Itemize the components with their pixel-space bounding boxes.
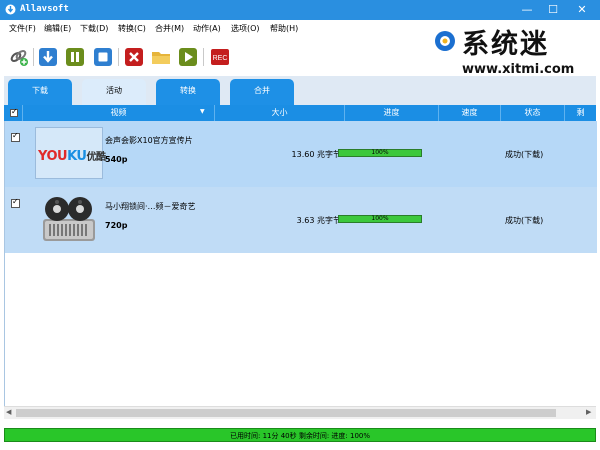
video-resolution: 540p [105, 155, 128, 164]
open-folder-icon[interactable] [151, 47, 171, 67]
column-speed[interactable]: 速度 [438, 105, 500, 121]
watermark-logo-icon [435, 31, 455, 51]
tab-convert[interactable]: 转换 [156, 79, 220, 105]
table-row[interactable]: YOUKU优酷 会声会影X10官方宣传片 540p 13.60 兆字节 100%… [5, 121, 597, 187]
menu-action[interactable]: 动作(A) [193, 23, 221, 34]
delete-icon[interactable] [124, 47, 144, 67]
video-thumbnail: YOUKU优酷 [35, 127, 106, 179]
toolbar-separator [33, 48, 34, 66]
scroll-left-icon[interactable]: ◀ [6, 408, 11, 416]
video-size: 13.60 兆字节 [291, 150, 341, 159]
app-icon [5, 4, 16, 15]
sort-desc-icon: ▼ [200, 108, 205, 115]
record-icon[interactable]: REC [210, 47, 230, 67]
watermark-brand: 系统迷 [462, 29, 549, 60]
video-size: 3.63 兆字节 [296, 216, 341, 225]
progress-bar: 100% [338, 149, 422, 157]
tab-bar: 下载 活动 转换 合并 [4, 76, 596, 105]
watermark: 系统迷 www.xitmi.com [432, 22, 598, 82]
download-list: YOUKU优酷 会声会影X10官方宣传片 540p 13.60 兆字节 100%… [4, 121, 597, 406]
overall-progress-bar: 已用时间: 11分 40秒 剩余时间: 进度: 100% [4, 428, 596, 442]
tab-download[interactable]: 下载 [8, 79, 72, 105]
add-link-icon[interactable] [9, 47, 29, 67]
stop-icon[interactable] [93, 47, 113, 67]
scroll-right-icon[interactable]: ▶ [586, 408, 591, 416]
maximize-button[interactable]: ☐ [541, 0, 565, 20]
toolbar-separator [203, 48, 204, 66]
title-bar: Allavsoft — ☐ ✕ [0, 0, 600, 20]
progress-bar: 100% [338, 215, 422, 223]
video-resolution: 720p [105, 221, 128, 230]
menu-download[interactable]: 下载(D) [80, 23, 108, 34]
table-header: 视频 ▼ 大小 进度 速度 状态 剩 [4, 105, 596, 121]
video-title: 会声会影X10官方宣传片 [105, 136, 193, 145]
youku-logo: YOUKU优酷 [38, 149, 106, 164]
row-checkbox[interactable] [11, 197, 20, 208]
row-checkbox[interactable] [11, 131, 20, 142]
status-text: 成功(下载) [505, 150, 544, 159]
status-bar-text: 已用时间: 11分 40秒 剩余时间: 进度: 100% [229, 432, 371, 440]
select-all-checkbox[interactable] [10, 107, 18, 117]
rec-label: REC [213, 55, 228, 62]
scrollbar-thumb[interactable] [16, 409, 556, 417]
horizontal-scrollbar[interactable]: ◀ ▶ [4, 406, 596, 419]
pause-icon[interactable] [65, 47, 85, 67]
menu-merge[interactable]: 合并(M) [155, 23, 184, 34]
column-extra[interactable]: 剩 [564, 105, 596, 121]
film-reel-icon [35, 193, 103, 245]
column-progress[interactable]: 进度 [344, 105, 438, 121]
download-icon[interactable] [38, 47, 58, 67]
status-text: 成功(下载) [505, 216, 544, 225]
toolbar-separator [118, 48, 119, 66]
column-size[interactable]: 大小 [214, 105, 344, 121]
menu-options[interactable]: 选项(O) [231, 23, 260, 34]
column-status[interactable]: 状态 [500, 105, 564, 121]
tab-merge[interactable]: 合并 [230, 79, 294, 105]
column-video[interactable]: 视频 [22, 105, 214, 121]
menu-convert[interactable]: 转换(C) [118, 23, 146, 34]
progress-label: 100% [371, 149, 389, 156]
tab-active[interactable]: 活动 [82, 79, 146, 105]
menu-file[interactable]: 文件(F) [9, 23, 36, 34]
close-button[interactable]: ✕ [570, 0, 594, 20]
minimize-button[interactable]: — [515, 0, 539, 20]
video-title: 马小翔锁间·…频－爱奇艺 [105, 202, 196, 211]
table-row[interactable]: 马小翔锁间·…频－爱奇艺 720p 3.63 兆字节 100% 成功(下载) [5, 187, 597, 253]
watermark-url: www.xitmi.com [462, 62, 575, 77]
menu-edit[interactable]: 编辑(E) [44, 23, 71, 34]
progress-label: 100% [371, 215, 389, 222]
menu-help[interactable]: 帮助(H) [270, 23, 298, 34]
window-title: Allavsoft [20, 4, 69, 14]
play-icon[interactable] [178, 47, 198, 67]
